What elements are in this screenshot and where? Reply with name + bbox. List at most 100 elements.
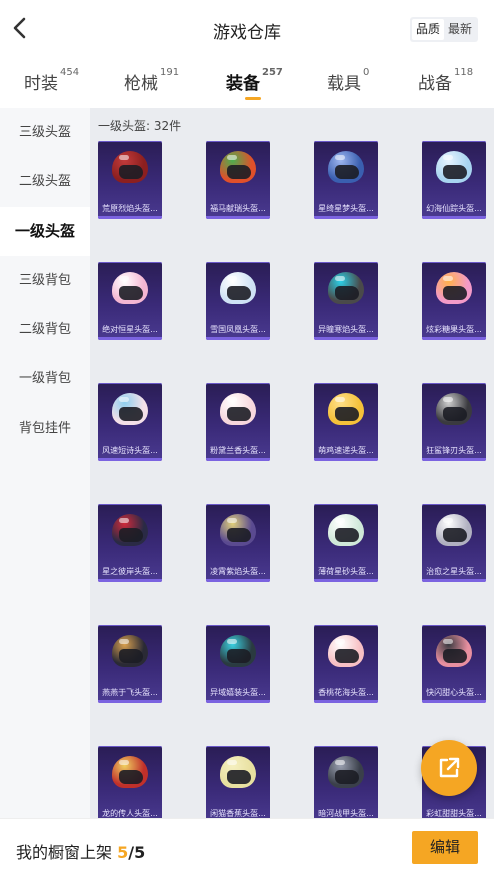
item-panel: 一级头盔: 32件 荒原烈焰头盔... 福马献瑞头盔... 星绮星梦头盔... 幻海仙… [90, 108, 494, 818]
edit-button[interactable]: 编辑 [412, 831, 478, 864]
helmet-item-name: 闲猫香蕉头盔... [210, 809, 266, 818]
sidebar-item-backpack-charm[interactable]: 背包挂件 [0, 404, 90, 453]
helmet-item-card[interactable]: 香桃花海头盔... [314, 625, 378, 703]
helmet-item-name: 星绮星梦头盔... [318, 204, 374, 213]
helmet-item-card[interactable]: 绝对恒星头盔... [98, 262, 162, 340]
tab-count: 0 [363, 67, 370, 78]
helmet-item-name: 治愈之星头盔... [426, 567, 482, 576]
helmet-image [436, 393, 472, 427]
sidebar-item-level2-helmet[interactable]: 二级头盔 [0, 157, 90, 206]
tab-count: 257 [262, 67, 283, 78]
helmet-item-card[interactable]: 治愈之星头盔... [422, 504, 486, 582]
shelf-status: 我的橱窗上架 5/5 [16, 839, 145, 863]
helmet-item-name: 异瞳寒焰头盔... [318, 325, 374, 334]
sidebar-item-level3-backpack[interactable]: 三级背包 [0, 256, 90, 305]
helmet-image [436, 514, 472, 548]
helmet-image [220, 514, 256, 548]
helmet-image [436, 151, 472, 185]
tab-count: 191 [160, 67, 180, 78]
helmet-item-card[interactable]: 萌鸡速递头盔... [314, 383, 378, 461]
helmet-item-card[interactable]: 快闪甜心头盔... [422, 625, 486, 703]
helmet-item-card[interactable]: 狂鲨锋刃头盔... [422, 383, 486, 461]
helmet-item-name: 荒原烈焰头盔... [102, 204, 158, 213]
tab-label: 战备 [418, 74, 452, 94]
tab-supplies[interactable]: 战备118 [418, 67, 473, 94]
tab-label: 枪械 [124, 74, 158, 94]
helmet-item-card[interactable]: 风速短诗头盔... [98, 383, 162, 461]
shelf-count: 5 [117, 843, 129, 862]
helmet-item-name: 粉黛兰香头盔... [210, 446, 266, 455]
active-tab-indicator [245, 97, 261, 100]
helmet-item-name: 狂鲨锋刃头盔... [426, 446, 482, 455]
helmet-item-card[interactable]: 炫彩糖果头盔... [422, 262, 486, 340]
helmet-item-name: 幻海仙踪头盔... [426, 204, 482, 213]
helmet-item-name: 风速短诗头盔... [102, 446, 158, 455]
sidebar-item-level3-helmet[interactable]: 三级头盔 [0, 108, 90, 157]
helmet-image [112, 393, 148, 427]
helmet-image [328, 272, 364, 306]
helmet-image [436, 272, 472, 306]
tab-fashion[interactable]: 时装454 [24, 67, 80, 94]
helmet-item-name: 凌霄紫焰头盔... [210, 567, 266, 576]
shelf-total: /5 [128, 843, 146, 862]
helmet-item-name: 彩虹甜甜头盔... [426, 809, 482, 818]
helmet-image [328, 635, 364, 669]
bottom-bar: 我的橱窗上架 5/5 编辑 [0, 818, 494, 875]
helmet-image [220, 151, 256, 185]
helmet-item-name: 暗河战甲头盔... [318, 809, 374, 818]
helmet-image [328, 756, 364, 790]
section-title: 一级头盔: 32件 [98, 119, 182, 133]
helmet-item-card[interactable]: 星之彼岸头盔... [98, 504, 162, 582]
helmet-item-name: 香桃花海头盔... [318, 688, 374, 697]
helmet-image [112, 151, 148, 185]
helmet-image [220, 635, 256, 669]
helmet-item-name: 龙的传人头盔... [102, 809, 158, 818]
helmet-image [112, 272, 148, 306]
helmet-item-card[interactable]: 闲猫香蕉头盔... [206, 746, 270, 818]
sidebar-item-level2-backpack[interactable]: 二级背包 [0, 305, 90, 354]
helmet-image [328, 151, 364, 185]
helmet-item-name: 炫彩糖果头盔... [426, 325, 482, 334]
tab-vehicles[interactable]: 载具0 [327, 67, 370, 94]
helmet-item-card[interactable]: 燕燕于飞头盔... [98, 625, 162, 703]
helmet-image [328, 393, 364, 427]
tab-equipment[interactable]: 装备257 [226, 67, 283, 100]
helmet-item-card[interactable]: 暗河战甲头盔... [314, 746, 378, 818]
helmet-item-card[interactable]: 薄荷星砂头盔... [314, 504, 378, 582]
helmet-item-card[interactable]: 异域嬉装头盔... [206, 625, 270, 703]
helmet-item-card[interactable]: 雪国凤凰头盔... [206, 262, 270, 340]
helmet-item-card[interactable]: 异瞳寒焰头盔... [314, 262, 378, 340]
sort-toggle: 品质 最新 [409, 17, 478, 42]
helmet-item-name: 燕燕于飞头盔... [102, 688, 158, 697]
helmet-item-name: 绝对恒星头盔... [102, 325, 158, 334]
helmet-image [220, 272, 256, 306]
tab-label: 时装 [24, 74, 58, 94]
helmet-image [220, 756, 256, 790]
shelf-label: 我的橱窗上架 [16, 843, 113, 862]
helmet-image [112, 635, 148, 669]
category-tabs: 时装454 枪械191 装备257 载具0 战备118 [0, 60, 494, 106]
helmet-item-name: 星之彼岸头盔... [102, 567, 158, 576]
helmet-item-card[interactable]: 凌霄紫焰头盔... [206, 504, 270, 582]
sidebar-item-level1-helmet[interactable]: 一级头盔 [0, 206, 90, 256]
helmet-item-name: 萌鸡速递头盔... [318, 446, 374, 455]
helmet-item-card[interactable]: 荒原烈焰头盔... [98, 141, 162, 219]
helmet-item-card[interactable]: 粉黛兰香头盔... [206, 383, 270, 461]
helmet-image [220, 393, 256, 427]
helmet-item-name: 福马献瑞头盔... [210, 204, 266, 213]
tab-weapons[interactable]: 枪械191 [124, 67, 180, 94]
helmet-item-card[interactable]: 福马献瑞头盔... [206, 141, 270, 219]
share-button[interactable] [421, 740, 477, 796]
tab-count: 454 [60, 67, 80, 78]
sort-option-newest[interactable]: 最新 [444, 19, 476, 40]
sidebar: 三级头盔 二级头盔 一级头盔 三级背包 二级背包 一级背包 背包挂件 [0, 108, 90, 818]
helmet-item-card[interactable]: 星绮星梦头盔... [314, 141, 378, 219]
sidebar-item-level1-backpack[interactable]: 一级背包 [0, 354, 90, 403]
tab-label: 装备 [226, 74, 260, 94]
share-external-icon [439, 757, 460, 778]
helmet-item-name: 薄荷星砂头盔... [318, 567, 374, 576]
helmet-image [112, 514, 148, 548]
helmet-item-card[interactable]: 幻海仙踪头盔... [422, 141, 486, 219]
helmet-item-card[interactable]: 龙的传人头盔... [98, 746, 162, 818]
sort-option-quality[interactable]: 品质 [411, 19, 444, 40]
